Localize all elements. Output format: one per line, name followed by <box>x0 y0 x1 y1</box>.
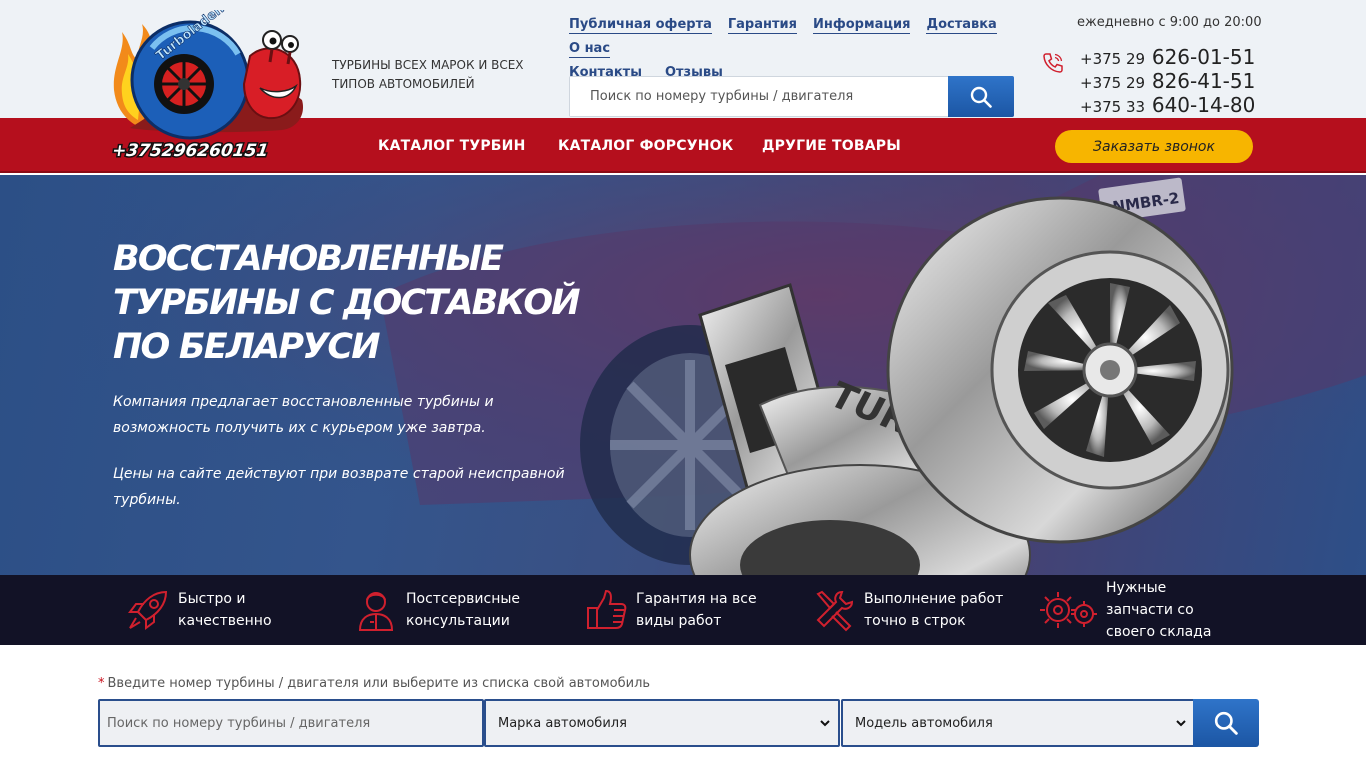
feature-item: Нужные запчасти со своего склада <box>1040 575 1236 645</box>
feature-text: Гарантия на все виды работ <box>636 591 757 629</box>
callback-button[interactable]: Заказать звонок <box>1055 130 1253 163</box>
header-search <box>569 76 1014 117</box>
phone-number[interactable]: +375 29 626-01-51 <box>1080 46 1255 70</box>
phone-number[interactable]: +375 29 826-41-51 <box>1080 70 1255 94</box>
hero-price-note: Цены на сайте действуют при возврате ста… <box>113 466 565 508</box>
logo-phone: +375296260151 <box>112 141 270 160</box>
nav-link-delivery[interactable]: Доставка <box>926 16 997 34</box>
rocket-icon <box>128 590 168 630</box>
car-make-select[interactable]: Марка автомобиля <box>484 699 840 747</box>
turbine-search-input[interactable] <box>98 699 484 747</box>
site-logo[interactable]: Turbolader.by +375296260151 <box>112 10 308 160</box>
feature-item: Гарантия на все виды работ <box>584 575 766 645</box>
required-mark: * <box>98 676 105 691</box>
menu-item-turbine-catalog[interactable]: КАТАЛОГ ТУРБИН <box>378 138 526 154</box>
phone-number[interactable]: +375 33 640-14-80 <box>1080 94 1255 118</box>
phone-icon <box>1043 53 1063 73</box>
search-icon <box>970 86 992 108</box>
search-hint: * Введите номер турбины / двигателя или в… <box>98 676 651 691</box>
consultant-icon <box>358 592 394 631</box>
chevron-down-icon <box>820 720 830 727</box>
hero-banner: NMBR-2 TURBO ВОССТАНОВЛЕННЫЕ ТУРБИНЫ С Д… <box>0 175 1366 575</box>
feature-item: Выполнение работ точно в строк <box>812 575 1014 645</box>
nav-link-warranty[interactable]: Гарантия <box>727 16 797 34</box>
feature-text: Нужные запчасти со своего склада <box>1106 580 1212 640</box>
feature-text: Постсервисные консультации <box>406 591 521 629</box>
gears-icon <box>1040 592 1097 628</box>
turbine-search-button[interactable] <box>1193 699 1259 747</box>
hero-title: ВОССТАНОВЛЕННЫЕ ТУРБИНЫ С ДОСТАВКОЙ ПО Б… <box>113 239 581 367</box>
menu-item-injector-catalog[interactable]: КАТАЛОГ ФОРСУНОК <box>558 138 733 154</box>
car-model-select[interactable]: Модель автомобиля <box>841 699 1196 747</box>
phone-list: +375 29 626-01-51 +375 29 826-41-51 +375… <box>1080 46 1255 118</box>
hero-description: Компания предлагает восстановленные турб… <box>113 394 494 436</box>
nav-link-offer[interactable]: Публичная оферта <box>569 16 712 34</box>
menu-item-other-goods[interactable]: ДРУГИЕ ТОВАРЫ <box>762 138 901 154</box>
chevron-down-icon <box>1176 720 1186 727</box>
header-search-button[interactable] <box>948 76 1014 117</box>
feature-item: Постсервисные консультации <box>354 575 536 645</box>
tools-icon <box>816 590 854 632</box>
feature-text: Быстро и качественно <box>178 591 272 629</box>
nav-link-about[interactable]: О нас <box>569 40 611 58</box>
site-tagline: ТУРБИНЫ ВСЕХ МАРОК И ВСЕХ ТИПОВ АВТОМОБИ… <box>332 58 524 91</box>
nav-link-info[interactable]: Информация <box>812 16 911 34</box>
header-search-input[interactable] <box>570 77 949 116</box>
features-bar: Быстро и качественно Постсервисные консу… <box>0 575 1366 645</box>
thumbs-up-icon <box>587 589 627 629</box>
feature-text: Выполнение работ точно в строк <box>864 591 1004 629</box>
feature-item: Быстро и качественно <box>126 575 298 645</box>
working-hours: ежедневно с 9:00 до 20:00 <box>1077 15 1262 30</box>
hero-image: NMBR-2 TURBO <box>0 175 1366 575</box>
search-icon <box>1214 711 1238 735</box>
